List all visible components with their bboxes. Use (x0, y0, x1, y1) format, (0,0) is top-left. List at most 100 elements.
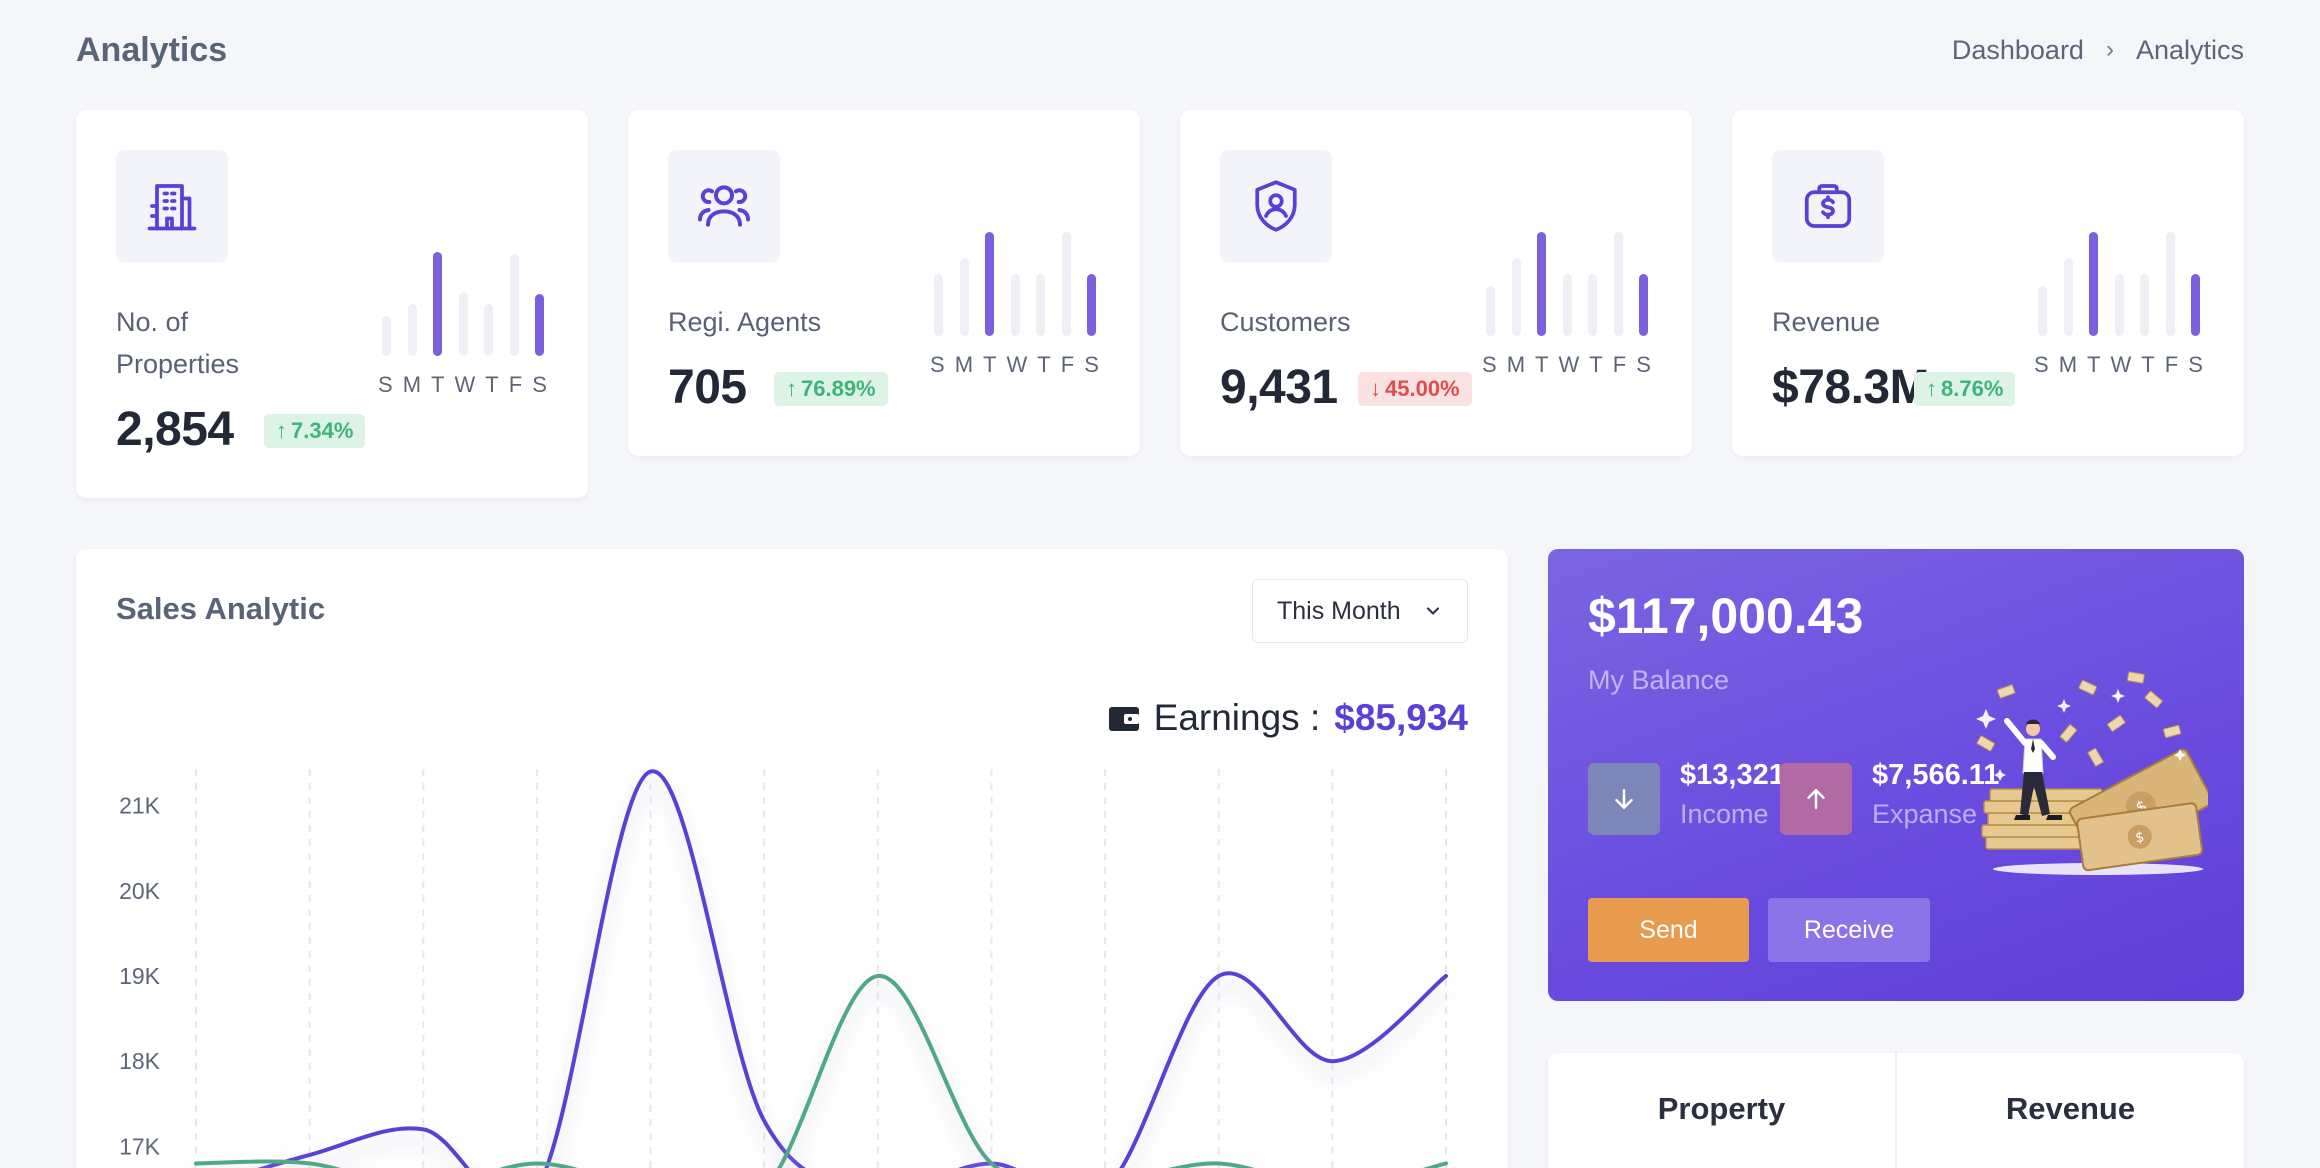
trend-badge: ↓ 45.00% (1358, 372, 1472, 406)
page-title: Analytics (76, 30, 228, 69)
y-tick-label: 18K (119, 1048, 161, 1074)
users-icon (668, 150, 780, 262)
mini-bar (1087, 274, 1096, 336)
send-button[interactable]: Send (1588, 898, 1749, 962)
arrow-down-icon: ↓ (1370, 376, 1381, 401)
arrow-up-icon: ↑ (1926, 376, 1937, 401)
mini-bar (959, 258, 969, 336)
user-shield-icon (1220, 150, 1332, 262)
y-tick-label: 19K (119, 963, 161, 989)
mini-bar (382, 316, 391, 356)
balance-card: $117,000.43 My Balance $ $ $13,321.12 In… (1548, 549, 2244, 1001)
mini-bar (2114, 274, 2124, 336)
breadcrumb-dashboard[interactable]: Dashboard (1952, 35, 2084, 66)
expense-arrow-button[interactable] (1780, 763, 1852, 835)
balance-amount: $117,000.43 (1588, 588, 1864, 644)
mini-bar (458, 292, 468, 356)
mini-bar (535, 294, 544, 356)
mini-bar (985, 232, 994, 336)
day-label: F (1612, 352, 1628, 377)
mini-day-labels: SMTWTFS (1482, 352, 1652, 382)
stat-card-customers: Customers 9,431 ↓ 45.00% SMTWTFS (1180, 110, 1692, 456)
day-label: T (2141, 352, 2156, 377)
day-label: M (954, 352, 975, 377)
sales-title: Sales Analytic (116, 591, 326, 626)
money-illustration: $ $ (1976, 671, 2208, 875)
receive-button[interactable]: Receive (1768, 898, 1930, 962)
day-label: F (2164, 352, 2180, 377)
day-label: M (2058, 352, 2079, 377)
expense-amount: $7,566.11 (1872, 759, 2000, 791)
day-label: T (1589, 352, 1604, 377)
day-label: W (1006, 352, 1029, 377)
day-label: M (402, 372, 423, 397)
stat-card-revenue: Revenue $78.3M ↑ 8.76% SMTWTFS (1732, 110, 2244, 456)
mini-bar-chart: SMTWTFS (378, 232, 548, 402)
wallet-icon (1108, 707, 1139, 731)
mini-bar (934, 274, 943, 336)
stat-value: 9,431 (1220, 361, 1338, 414)
mini-bar (1486, 286, 1495, 336)
day-label: T (983, 352, 998, 377)
day-label: F (508, 372, 524, 397)
stat-label: Customers (1220, 307, 1351, 337)
mini-bar (2165, 232, 2175, 336)
day-label: M (1506, 352, 1527, 377)
day-label: S (2034, 352, 2050, 377)
mini-bar (2063, 258, 2073, 336)
mini-bar (484, 304, 493, 356)
day-label: S (2188, 352, 2204, 377)
arrow-down-icon (1615, 789, 1633, 809)
day-label: S (532, 372, 548, 397)
mini-bar (1588, 274, 1597, 336)
mini-bars (930, 226, 1100, 336)
mini-bar (1613, 232, 1623, 336)
y-tick-label: 17K (119, 1133, 161, 1159)
y-tick-label: 20K (119, 878, 161, 904)
day-label: S (1084, 352, 1100, 377)
tab-revenue[interactable]: Revenue (1895, 1053, 2244, 1168)
mini-bar (2089, 232, 2098, 336)
series-line-primary (257, 769, 1448, 1168)
earnings-summary: Earnings : $85,934 (1108, 697, 1468, 739)
mini-bar-chart: SMTWTFS (930, 212, 1100, 382)
mini-bar (1010, 274, 1020, 336)
stat-label: Regi. Agents (668, 307, 822, 337)
day-label: T (1535, 352, 1550, 377)
mini-day-labels: SMTWTFS (378, 372, 548, 402)
income-label: Income (1680, 799, 1769, 829)
stat-card-properties: No. of Properties 2,854 ↑ 7.34% SMTWTFS (76, 110, 588, 498)
chevron-right-icon: › (2105, 36, 2114, 63)
arrow-up-icon (1807, 789, 1825, 809)
period-dropdown[interactable]: This Month (1252, 579, 1468, 643)
stat-value: $78.3M (1772, 361, 1930, 414)
mini-bar (433, 252, 442, 356)
mini-bar (2038, 286, 2047, 336)
mini-bar (2191, 274, 2200, 336)
mini-bar (407, 304, 417, 356)
income-arrow-button[interactable] (1588, 763, 1660, 835)
trend-badge: ↑ 8.76% (1914, 372, 2016, 406)
day-label: T (431, 372, 446, 397)
sales-analytic-card: 21K 20K 19K 18K 17K Sales Analytic This Mont… (76, 549, 1508, 1168)
mini-bars (2034, 226, 2204, 336)
balance-label: My Balance (1588, 665, 1730, 695)
mini-day-labels: SMTWTFS (2034, 352, 2204, 382)
stat-value: 2,854 (116, 403, 234, 456)
mini-bar (1036, 274, 1045, 336)
period-value: This Month (1277, 596, 1401, 625)
breadcrumb: Dashboard › Analytics (1952, 35, 2244, 66)
tab-property[interactable]: Property (1548, 1053, 1895, 1168)
mini-bar (1639, 274, 1648, 336)
stat-card-agents: Regi. Agents 705 ↑ 76.89% SMTWTFS (628, 110, 1140, 456)
money-bag-icon (1772, 150, 1884, 262)
day-label: S (1482, 352, 1498, 377)
expense-label: Expanse (1872, 799, 1978, 829)
stat-value: 705 (668, 361, 747, 414)
day-label: S (378, 372, 394, 397)
day-label: F (1060, 352, 1076, 377)
mini-bar (2140, 274, 2149, 336)
trend-badge: ↑ 7.34% (264, 414, 366, 448)
building-icon (116, 150, 228, 262)
mini-bar-chart: SMTWTFS (1482, 212, 1652, 382)
